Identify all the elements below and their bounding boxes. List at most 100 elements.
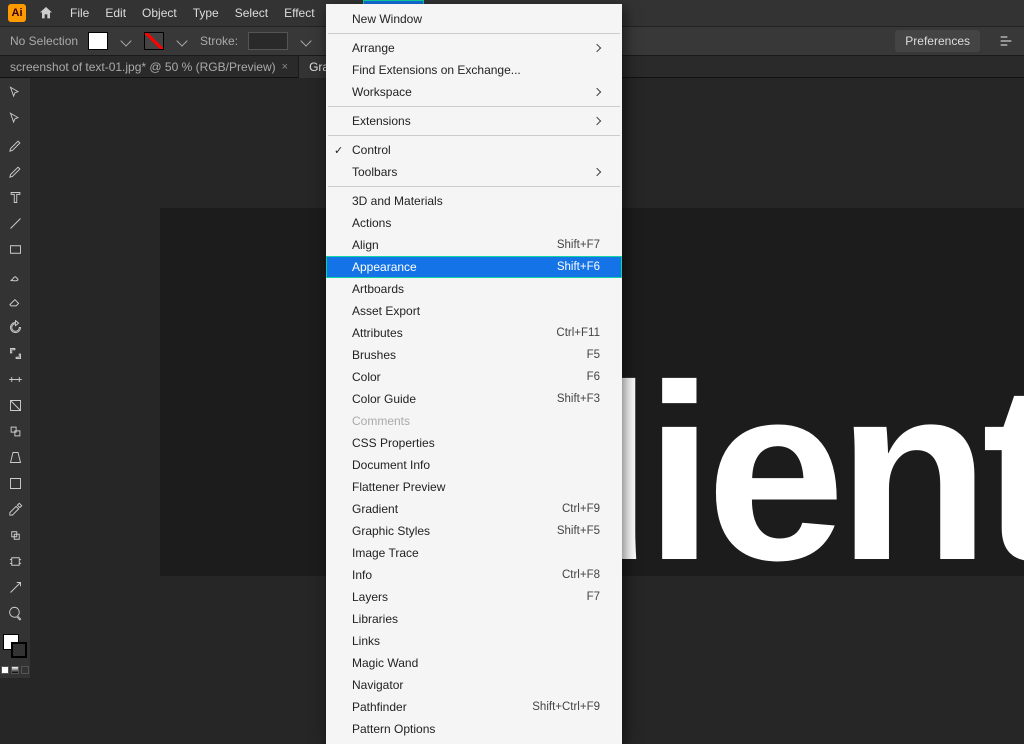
menu-separator (328, 106, 620, 107)
menu-item-info[interactable]: InfoCtrl+F8 (326, 564, 622, 586)
menu-item-workspace[interactable]: Workspace (326, 81, 622, 103)
artboard-tool[interactable] (3, 550, 27, 572)
menu-item-label: Align (352, 238, 557, 252)
eraser-tool[interactable] (3, 290, 27, 312)
chevron-down-icon[interactable] (120, 35, 131, 46)
menu-item-artboards[interactable]: Artboards (326, 278, 622, 300)
pen-tool[interactable] (3, 134, 27, 156)
menu-type[interactable]: Type (185, 1, 227, 25)
rotate-tool[interactable] (3, 316, 27, 338)
menu-item-label: Control (352, 143, 600, 157)
menu-item-3d-and-materials[interactable]: 3D and Materials (326, 190, 622, 212)
menu-item-pattern-options[interactable]: Pattern Options (326, 718, 622, 740)
menu-item-shortcut: F5 (587, 349, 600, 361)
menu-item-align[interactable]: AlignShift+F7 (326, 234, 622, 256)
menu-select[interactable]: Select (227, 1, 276, 25)
curvature-tool[interactable] (3, 160, 27, 182)
zoom-tool[interactable] (3, 602, 27, 624)
chevron-down-icon[interactable] (300, 35, 311, 46)
document-tab[interactable]: screenshot of text-01.jpg* @ 50 % (RGB/P… (0, 56, 299, 78)
menu-item-label: Libraries (352, 612, 600, 626)
menu-item-navigator[interactable]: Navigator (326, 674, 622, 696)
gradient-tool[interactable] (3, 472, 27, 494)
menu-effect[interactable]: Effect (276, 1, 322, 25)
close-icon[interactable]: × (282, 61, 288, 73)
menu-item-control[interactable]: Control (326, 139, 622, 161)
menu-item-arrange[interactable]: Arrange (326, 37, 622, 59)
home-icon[interactable] (38, 5, 54, 21)
menu-item-label: Pattern Options (352, 722, 600, 736)
menu-item-label: Graphic Styles (352, 524, 557, 538)
chevron-right-icon (593, 168, 601, 176)
preferences-button[interactable]: Preferences (895, 30, 980, 52)
menu-item-magic-wand[interactable]: Magic Wand (326, 652, 622, 674)
menu-item-extensions[interactable]: Extensions (326, 110, 622, 132)
eyedropper-tool[interactable] (3, 498, 27, 520)
tab-label: screenshot of text-01.jpg* @ 50 % (RGB/P… (10, 60, 276, 74)
menu-item-libraries[interactable]: Libraries (326, 608, 622, 630)
menu-item-find-extensions-on-exchange[interactable]: Find Extensions on Exchange... (326, 59, 622, 81)
menu-item-label: Find Extensions on Exchange... (352, 63, 600, 77)
menu-item-label: Workspace (352, 85, 594, 99)
menu-item-label: Pathfinder (352, 700, 532, 714)
panel-options-icon[interactable] (998, 33, 1014, 49)
stroke-swatch[interactable] (144, 32, 164, 50)
menu-item-color-guide[interactable]: Color GuideShift+F3 (326, 388, 622, 410)
menu-item-document-info[interactable]: Document Info (326, 454, 622, 476)
menu-item-color[interactable]: ColorF6 (326, 366, 622, 388)
menu-item-label: Layers (352, 590, 587, 604)
fill-swatch[interactable] (88, 32, 108, 50)
menu-item-label: Info (352, 568, 562, 582)
fill-stroke-control[interactable] (3, 634, 27, 658)
menu-item-new-window[interactable]: New Window (326, 8, 622, 30)
window-menu-dropdown: New Window Arrange Find Extensions on Exch… (326, 4, 622, 744)
tools-panel (0, 78, 30, 678)
menu-edit[interactable]: Edit (97, 1, 134, 25)
menu-item-flattener-preview[interactable]: Flattener Preview (326, 476, 622, 498)
rectangle-tool[interactable] (3, 238, 27, 260)
menu-item-label: Gradient (352, 502, 562, 516)
menu-item-css-properties[interactable]: CSS Properties (326, 432, 622, 454)
selection-tool[interactable] (3, 82, 27, 104)
menu-item-label: Color Guide (352, 392, 557, 406)
paintbrush-tool[interactable] (3, 264, 27, 286)
menu-file[interactable]: File (62, 1, 97, 25)
shape-builder-tool[interactable] (3, 420, 27, 442)
scale-tool[interactable] (3, 342, 27, 364)
width-tool[interactable] (3, 368, 27, 390)
menu-item-label: New Window (352, 12, 600, 26)
menu-item-links[interactable]: Links (326, 630, 622, 652)
menu-item-attributes[interactable]: AttributesCtrl+F11 (326, 322, 622, 344)
color-mode-row[interactable] (1, 666, 29, 674)
direct-selection-tool[interactable] (3, 108, 27, 130)
free-transform-tool[interactable] (3, 394, 27, 416)
menu-separator (328, 186, 620, 187)
perspective-tool[interactable] (3, 446, 27, 468)
menu-item-toolbars[interactable]: Toolbars (326, 161, 622, 183)
menu-item-shortcut: Ctrl+F11 (556, 327, 600, 339)
blend-tool[interactable] (3, 524, 27, 546)
app-logo-icon: Ai (8, 4, 26, 22)
line-tool[interactable] (3, 212, 27, 234)
menu-item-image-trace[interactable]: Image Trace (326, 542, 622, 564)
menu-item-brushes[interactable]: BrushesF5 (326, 344, 622, 366)
type-tool[interactable] (3, 186, 27, 208)
chevron-down-icon[interactable] (176, 35, 187, 46)
menu-item-graphic-styles[interactable]: Graphic StylesShift+F5 (326, 520, 622, 542)
menu-item-shortcut: F7 (587, 591, 600, 603)
chevron-right-icon (593, 44, 601, 52)
menu-separator (328, 33, 620, 34)
menu-item-actions[interactable]: Actions (326, 212, 622, 234)
menu-item-label: Attributes (352, 326, 556, 340)
stroke-label: Stroke: (200, 34, 238, 48)
menu-item-gradient[interactable]: GradientCtrl+F9 (326, 498, 622, 520)
menu-item-asset-export[interactable]: Asset Export (326, 300, 622, 322)
menu-separator (328, 135, 620, 136)
menu-item-layers[interactable]: LayersF7 (326, 586, 622, 608)
menu-item-pathfinder[interactable]: PathfinderShift+Ctrl+F9 (326, 696, 622, 718)
stroke-weight-input[interactable] (248, 32, 288, 50)
menu-item-label: Navigator (352, 678, 600, 692)
slice-tool[interactable] (3, 576, 27, 598)
menu-object[interactable]: Object (134, 1, 185, 25)
menu-item-appearance[interactable]: AppearanceShift+F6 (326, 256, 622, 278)
